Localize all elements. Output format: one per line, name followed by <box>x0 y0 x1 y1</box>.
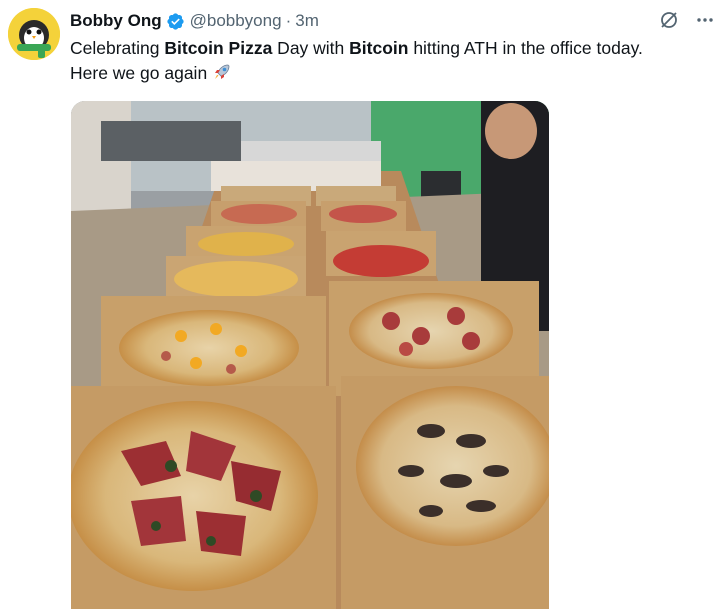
author-avatar[interactable] <box>8 8 60 60</box>
tweet-text-part: Celebrating <box>70 38 165 58</box>
tweet-text-part: hitting ATH in the office today. <box>408 38 643 58</box>
tweet-text-bold: Bitcoin <box>349 38 409 58</box>
rocket-emoji-icon <box>212 62 232 82</box>
pizza-photo-illustration <box>71 101 549 609</box>
header-actions <box>657 8 717 32</box>
tweet-photo[interactable] <box>71 101 549 609</box>
author-handle[interactable]: @bobbyong <box>190 11 282 31</box>
tweet-text-part: Day with <box>272 38 350 58</box>
verified-badge-icon[interactable] <box>166 12 185 31</box>
author-name[interactable]: Bobby Ong <box>70 11 162 31</box>
tweet-timestamp[interactable]: 3m <box>295 11 319 31</box>
tweet-text-bold: Bitcoin Pizza <box>164 38 273 58</box>
more-icon[interactable] <box>693 8 717 32</box>
tweet-text: Celebrating Bitcoin Pizza Day with Bitco… <box>70 36 720 86</box>
grok-icon[interactable] <box>657 8 681 32</box>
penguin-avatar-icon <box>8 8 60 60</box>
separator-dot: · <box>285 11 292 30</box>
tweet-header: Bobby Ong @bobbyong · 3m <box>70 9 717 33</box>
tweet-text-line2: Here we go again <box>70 63 208 83</box>
